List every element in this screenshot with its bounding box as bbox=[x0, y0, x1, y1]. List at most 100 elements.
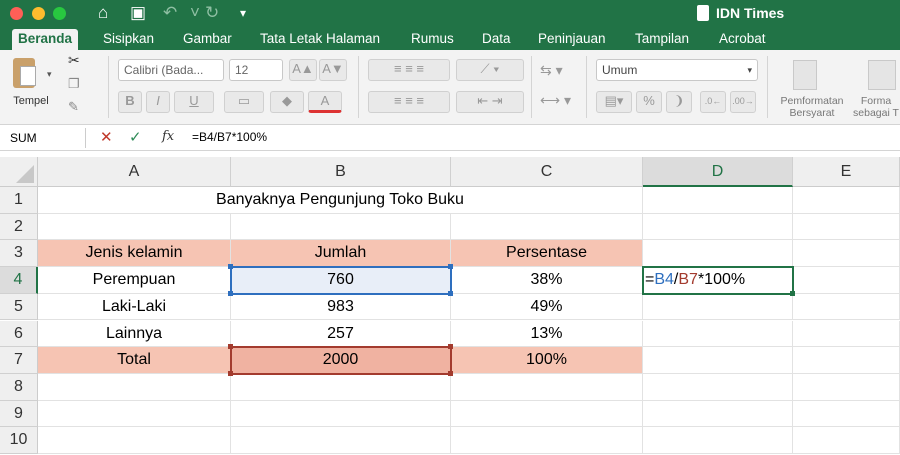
cell-b3[interactable]: Jumlah bbox=[231, 240, 451, 268]
cell-c2[interactable] bbox=[451, 213, 643, 241]
row-header-2[interactable]: 2 bbox=[0, 213, 38, 241]
row-header-1[interactable]: 1 bbox=[0, 187, 38, 214]
column-header-a[interactable]: A bbox=[38, 157, 231, 187]
cell-e5[interactable] bbox=[793, 293, 900, 321]
tab-data[interactable]: Data bbox=[476, 29, 517, 50]
decrease-font-size-button[interactable]: A▼ bbox=[319, 59, 347, 81]
bold-button[interactable]: B bbox=[118, 91, 142, 113]
cell-e1[interactable] bbox=[793, 187, 900, 214]
close-window-button[interactable] bbox=[10, 7, 23, 20]
format-painter-icon[interactable]: ✎ bbox=[68, 99, 79, 115]
font-color-button[interactable]: A bbox=[308, 91, 342, 113]
undo-icon[interactable]: ↶ bbox=[163, 3, 177, 23]
paste-dropdown-icon[interactable]: ▾ bbox=[47, 69, 52, 80]
cell-d1[interactable] bbox=[643, 187, 793, 214]
reference-handle[interactable] bbox=[448, 344, 453, 349]
cell-b9[interactable] bbox=[231, 400, 451, 428]
cell-d2[interactable] bbox=[643, 213, 793, 241]
cell-a8[interactable] bbox=[38, 373, 231, 401]
cell-c5[interactable]: 49% bbox=[451, 293, 643, 321]
cancel-icon[interactable]: ✕ bbox=[100, 128, 113, 146]
format-as-table-icon[interactable] bbox=[868, 60, 896, 90]
vertical-align-buttons[interactable]: ≡ ≡ ≡ bbox=[368, 59, 450, 81]
cell-c10[interactable] bbox=[451, 427, 643, 454]
increase-decimal-button[interactable]: .0← bbox=[700, 91, 726, 113]
reference-handle[interactable] bbox=[228, 291, 233, 296]
tab-tata-letak-halaman[interactable]: Tata Letak Halaman bbox=[254, 29, 386, 50]
cell-b5[interactable]: 983 bbox=[231, 293, 451, 321]
row-header-4[interactable]: 4 bbox=[0, 267, 38, 294]
merge-cells-icon[interactable]: ⟷ ▾ bbox=[540, 92, 571, 109]
tab-gambar[interactable]: Gambar bbox=[177, 29, 238, 50]
cell-c4[interactable]: 38% bbox=[451, 267, 643, 294]
reference-handle[interactable] bbox=[228, 371, 233, 376]
reference-handle[interactable] bbox=[448, 371, 453, 376]
redo-icon[interactable]: ↻ bbox=[205, 3, 219, 23]
cell-d5[interactable] bbox=[643, 293, 793, 321]
cell-a5[interactable]: Laki-Laki bbox=[38, 293, 231, 321]
indent-buttons[interactable]: ⇤ ⇥ bbox=[456, 91, 524, 113]
row-header-6[interactable]: 6 bbox=[0, 320, 38, 348]
orientation-button[interactable]: ⟋ ▾ bbox=[456, 59, 524, 81]
cell-a6[interactable]: Lainnya bbox=[38, 320, 231, 348]
cell-a4[interactable]: Perempuan bbox=[38, 267, 231, 294]
tab-beranda[interactable]: Beranda bbox=[12, 29, 79, 50]
tab-peninjauan[interactable]: Peninjauan bbox=[532, 29, 612, 50]
row-header-8[interactable]: 8 bbox=[0, 373, 38, 401]
percent-button[interactable]: % bbox=[636, 91, 662, 113]
tab-acrobat[interactable]: Acrobat bbox=[713, 29, 772, 50]
format-as-table-label[interactable]: Forma sebagai T bbox=[852, 95, 900, 119]
tab-rumus[interactable]: Rumus bbox=[405, 29, 460, 50]
cell-e8[interactable] bbox=[793, 373, 900, 401]
cell-b6[interactable]: 257 bbox=[231, 320, 451, 348]
column-header-c[interactable]: C bbox=[451, 157, 643, 187]
decrease-decimal-button[interactable]: .00→ bbox=[730, 91, 756, 113]
cell-c7[interactable]: 100% bbox=[451, 347, 643, 374]
column-header-d[interactable]: D bbox=[643, 157, 793, 187]
cell-b10[interactable] bbox=[231, 427, 451, 454]
cell-d10[interactable] bbox=[643, 427, 793, 454]
wrap-text-icon[interactable]: ⇆ ▾ bbox=[540, 62, 563, 79]
underline-button[interactable]: U bbox=[174, 91, 214, 113]
row-header-10[interactable]: 10 bbox=[0, 427, 38, 454]
cell-a9[interactable] bbox=[38, 400, 231, 428]
cut-icon[interactable]: ✂ bbox=[68, 52, 80, 69]
borders-button[interactable]: ▭ bbox=[224, 91, 264, 113]
cell-c3[interactable]: Persentase bbox=[451, 240, 643, 268]
minimize-window-button[interactable] bbox=[32, 7, 45, 20]
italic-button[interactable]: I bbox=[146, 91, 170, 113]
reference-handle[interactable] bbox=[448, 291, 453, 296]
enter-icon[interactable]: ✓ bbox=[129, 128, 142, 146]
fill-handle[interactable] bbox=[790, 291, 795, 296]
cell-e2[interactable] bbox=[793, 213, 900, 241]
cell-d4-editing[interactable]: =B4/B7*100% bbox=[643, 267, 793, 294]
cell-b2[interactable] bbox=[231, 213, 451, 241]
save-icon[interactable]: ▣ bbox=[130, 3, 146, 23]
tab-tampilan[interactable]: Tampilan bbox=[629, 29, 695, 50]
formula-input[interactable]: =B4/B7*100% bbox=[192, 130, 267, 144]
cell-e10[interactable] bbox=[793, 427, 900, 454]
conditional-formatting-icon[interactable] bbox=[793, 60, 817, 90]
insert-function-icon[interactable]: fx bbox=[162, 129, 174, 144]
row-header-7[interactable]: 7 bbox=[0, 347, 38, 374]
cell-c6[interactable]: 13% bbox=[451, 320, 643, 348]
column-header-e[interactable]: E bbox=[793, 157, 900, 187]
increase-font-size-button[interactable]: A▲ bbox=[289, 59, 317, 81]
customize-toolbar-icon[interactable]: ▾ bbox=[240, 3, 246, 23]
cell-c8[interactable] bbox=[451, 373, 643, 401]
cell-e6[interactable] bbox=[793, 320, 900, 348]
cell-a10[interactable] bbox=[38, 427, 231, 454]
fullscreen-window-button[interactable] bbox=[53, 7, 66, 20]
conditional-formatting-label[interactable]: Pemformatan Bersyarat bbox=[772, 95, 852, 119]
cell-d7[interactable] bbox=[643, 347, 793, 374]
row-header-5[interactable]: 5 bbox=[0, 293, 38, 321]
copy-icon[interactable]: ❐ bbox=[68, 76, 80, 92]
cell-a7[interactable]: Total bbox=[38, 347, 231, 374]
accounting-format-button[interactable]: ▤▾ bbox=[596, 91, 632, 113]
chevron-down-icon[interactable]: ˅ bbox=[190, 3, 200, 23]
cell-d9[interactable] bbox=[643, 400, 793, 428]
tab-sisipkan[interactable]: Sisipkan bbox=[97, 29, 160, 50]
cell-a2[interactable] bbox=[38, 213, 231, 241]
column-header-b[interactable]: B bbox=[231, 157, 451, 187]
reference-handle[interactable] bbox=[448, 264, 453, 269]
